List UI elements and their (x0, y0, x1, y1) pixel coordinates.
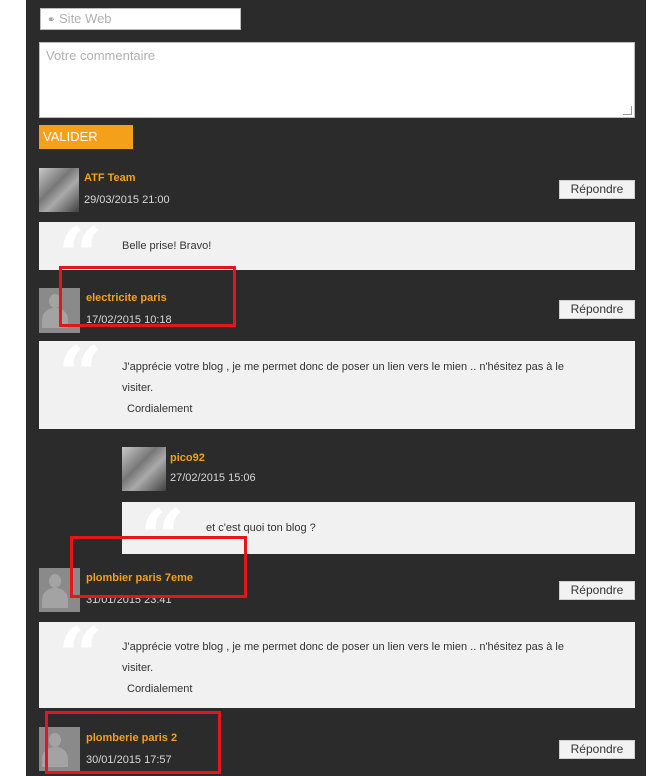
comment-date: 30/01/2015 17:57 (86, 754, 172, 766)
reply-button[interactable]: Répondre (559, 581, 635, 600)
avatar (122, 447, 166, 491)
comment-author[interactable]: plomberie paris 2 (86, 732, 177, 744)
comment-text: Cordialement (127, 683, 193, 695)
comment-text: Belle prise! Bravo! (122, 240, 212, 252)
comment-author[interactable]: pico92 (170, 452, 205, 464)
quote-icon: “ (58, 211, 103, 302)
reply-bubble (122, 502, 635, 554)
reply-button[interactable]: Répondre (559, 740, 635, 759)
comment-text: visiter. (122, 382, 154, 394)
reply-button[interactable]: Répondre (559, 300, 635, 319)
comment-author[interactable]: plombier paris 7eme (86, 572, 193, 584)
comment-date: 29/03/2015 21:00 (84, 194, 170, 206)
quote-icon: “ (58, 611, 103, 702)
comment-text: et c'est quoi ton blog ? (206, 522, 316, 534)
submit-button[interactable]: VALIDER (39, 125, 133, 149)
comment-author[interactable]: ATF Team (84, 172, 136, 184)
avatar (39, 168, 79, 212)
comment-placeholder: Votre commentaire (46, 48, 156, 63)
comment-date: 17/02/2015 10:18 (86, 314, 172, 326)
avatar (39, 568, 80, 612)
comment-author[interactable]: electricite paris (86, 292, 167, 304)
comment-text: visiter. (122, 662, 154, 674)
comment-text: J'apprécie votre blog , je me permet don… (122, 361, 564, 373)
comment-date: 27/02/2015 15:06 (170, 472, 256, 484)
avatar (39, 727, 80, 771)
comment-text: J'apprécie votre blog , je me permet don… (122, 641, 564, 653)
comment-text: Cordialement (127, 403, 193, 415)
website-placeholder: Site Web (59, 11, 112, 26)
website-field[interactable]: ⚭ Site Web (40, 8, 241, 30)
quote-icon: “ (140, 493, 185, 584)
resize-handle-icon[interactable] (623, 106, 632, 115)
quote-icon: “ (58, 330, 103, 421)
avatar (39, 288, 80, 333)
link-icon: ⚭ (47, 15, 56, 26)
reply-button[interactable]: Répondre (559, 180, 635, 199)
comment-date: 31/01/2015 23:41 (86, 594, 172, 606)
comment-textarea[interactable]: Votre commentaire (39, 42, 635, 118)
